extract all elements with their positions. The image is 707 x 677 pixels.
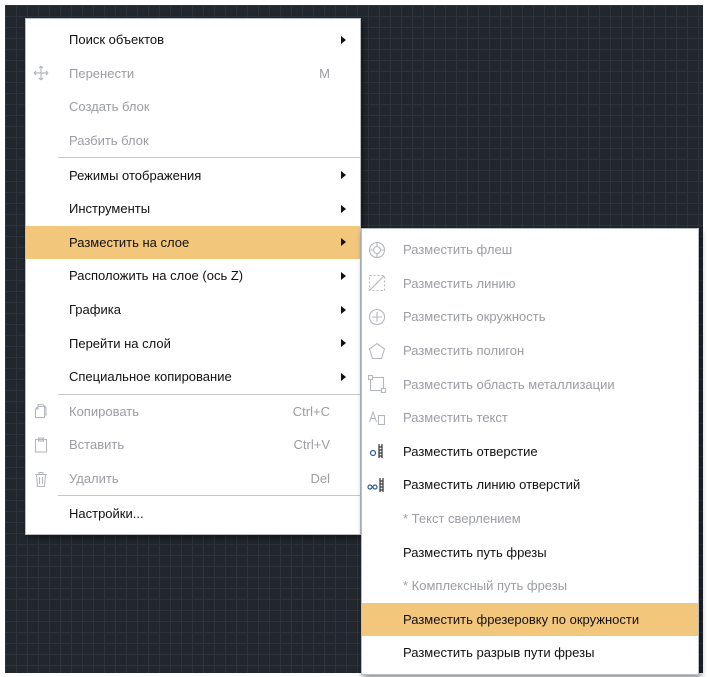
menu-item-move[interactable]: Перенести M [26,57,360,91]
menu-item-paste[interactable]: Вставить Ctrl+V [26,428,360,462]
hole-line-icon [362,468,392,502]
menu-item-arrange-z[interactable]: Расположить на слое (ось Z) [26,259,360,293]
submenu-item-place-text[interactable]: Разместить текст [362,401,698,435]
menu-item-label: Разместить на слое [69,234,190,250]
menu-item-label: Разместить линию отверстий [403,477,581,493]
menu-item-place-on-layer[interactable]: Разместить на слое [26,225,360,260]
menu-item-copy[interactable]: Копировать Ctrl+C [26,395,360,429]
submenu-item-place-circle[interactable]: Разместить окружность [362,300,698,334]
submenu-arrow-icon [341,238,346,247]
menu-item-label: Специальное копирование [69,369,232,385]
trash-icon [26,462,56,496]
submenu-item-drill-text[interactable]: * Текст сверлением [362,502,698,536]
menu-shortcut: Ctrl+V [293,437,330,453]
metal-area-icon [362,367,392,401]
submenu-item-place-polygon[interactable]: Разместить полигон [362,334,698,368]
submenu-arrow-icon [341,305,346,314]
submenu-arrow-icon [341,204,346,213]
menu-item-label: Поиск объектов [69,32,165,48]
menu-item-find-objects[interactable]: Поиск объектов [26,23,360,57]
move-arrows-icon [26,57,56,91]
submenu-item-place-hole-line[interactable]: Разместить линию отверстий [362,468,698,502]
menu-item-graphics[interactable]: Графика [26,293,360,327]
menu-item-label: * Текст сверлением [403,511,521,527]
menu-item-label: Режимы отображения [69,167,202,183]
flash-pad-icon [362,233,392,267]
submenu-arrow-icon [341,339,346,348]
menu-shortcut: M [319,65,330,81]
line-icon [362,267,392,301]
menu-item-delete[interactable]: Удалить Del [26,462,360,496]
submenu-item-place-hole[interactable]: Разместить отверстие [362,435,698,469]
circle-icon [362,300,392,334]
menu-item-label: Удалить [69,471,119,487]
menu-item-go-to-layer[interactable]: Перейти на слой [26,326,360,360]
polygon-icon [362,334,392,368]
menu-item-label: Разместить путь фрезы [403,544,547,560]
menu-item-label: Создать блок [69,99,150,115]
paste-icon [26,428,56,462]
menu-item-label: Разместить текст [403,410,508,426]
menu-item-label: Разбить блок [69,133,149,149]
menu-item-label: Расположить на слое (ось Z) [69,268,244,284]
menu-item-tools[interactable]: Инструменты [26,192,360,226]
place-on-layer-submenu: Разместить флеш Разместить линию Размест… [361,228,699,675]
menu-item-label: * Комплексный путь фрезы [403,578,568,594]
menu-item-label: Копировать [69,403,139,419]
menu-item-display-modes[interactable]: Режимы отображения [26,158,360,192]
submenu-item-place-circular-milling[interactable]: Разместить фрезеровку по окружности [362,602,698,637]
menu-item-settings[interactable]: Настройки... [26,496,360,530]
menu-item-special-copy[interactable]: Специальное копирование [26,360,360,394]
menu-item-label: Разместить линию [403,275,516,291]
submenu-item-complex-mill-path[interactable]: * Комплексный путь фрезы [362,569,698,603]
menu-item-label: Настройки... [69,505,144,521]
hole-icon [362,435,392,469]
menu-item-label: Перенести [69,65,135,81]
context-menu: Поиск объектов Перенести M Создать блок … [25,18,361,535]
menu-item-label: Графика [69,302,121,318]
submenu-arrow-icon [341,372,346,381]
submenu-item-place-metal-area[interactable]: Разместить область металлизации [362,367,698,401]
menu-item-label: Разместить окружность [403,309,546,325]
submenu-item-place-line[interactable]: Разместить линию [362,267,698,301]
submenu-item-place-flash[interactable]: Разместить флеш [362,233,698,267]
submenu-arrow-icon [341,35,346,44]
submenu-arrow-icon [341,171,346,180]
menu-item-label: Инструменты [69,201,151,217]
menu-shortcut: Del [310,471,330,487]
copy-icon [26,395,56,429]
menu-item-label: Перейти на слой [69,335,171,351]
menu-item-label: Вставить [69,437,125,453]
menu-item-label: Разместить фрезеровку по окружности [403,611,640,627]
menu-item-create-block[interactable]: Создать блок [26,90,360,124]
menu-item-explode-block[interactable]: Разбить блок [26,124,360,158]
menu-item-label: Разместить полигон [403,343,525,359]
text-icon [362,401,392,435]
submenu-item-place-mill-path[interactable]: Разместить путь фрезы [362,535,698,569]
submenu-arrow-icon [341,271,346,280]
menu-item-label: Разместить отверстие [403,443,538,459]
menu-item-label: Разместить флеш [403,242,513,258]
menu-item-label: Разместить разрыв пути фрезы [403,645,595,661]
menu-item-label: Разместить область металлизации [403,376,615,392]
menu-shortcut: Ctrl+C [292,403,330,419]
submenu-item-place-mill-path-break[interactable]: Разместить разрыв пути фрезы [362,636,698,670]
